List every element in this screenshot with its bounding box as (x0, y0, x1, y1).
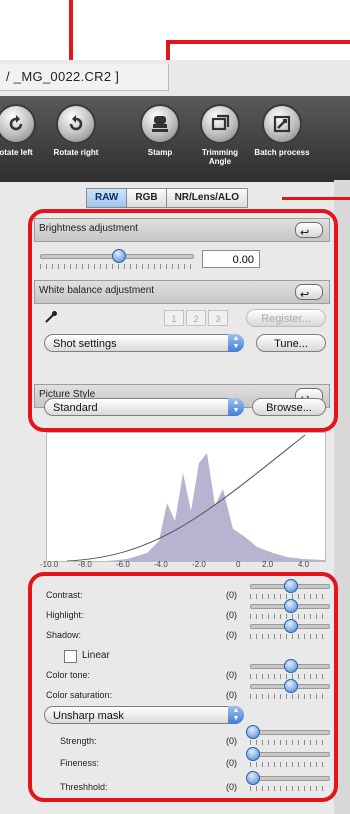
trimming-angle-button[interactable]: Trimming Angle (190, 104, 250, 180)
stamp-icon (142, 106, 178, 142)
rotate-left-icon (0, 106, 34, 142)
axis-label: -6.0 (116, 560, 130, 569)
tab-rgb[interactable]: RGB (126, 188, 167, 208)
histogram-axis: -10.0 -8.0 -6.0 -4.0 -2.0 0 2.0 4.0 (40, 560, 330, 572)
tab-nr-lens-alo[interactable]: NR/Lens/ALO (165, 188, 249, 208)
annotation-box-raw-adjustments (28, 209, 338, 432)
batch-process-label: Batch process (254, 148, 310, 157)
callout-line-tabs-horizontal (166, 40, 350, 44)
rotate-right-icon (58, 106, 94, 142)
histogram-tone-curve[interactable] (46, 432, 326, 562)
axis-label: 2.0 (262, 560, 274, 569)
batch-process-button[interactable]: Batch process (252, 104, 312, 180)
rotate-right-label: Rotate right (53, 148, 99, 157)
rotate-left-label: otate left (0, 148, 33, 157)
axis-label: -8.0 (78, 560, 92, 569)
batch-process-icon (264, 106, 300, 142)
axis-label: -2.0 (192, 560, 206, 569)
trimming-angle-label: Trimming Angle (201, 148, 238, 166)
trimming-angle-icon (202, 106, 238, 142)
window-title: / _MG_0022.CR2 ] (6, 69, 120, 84)
tab-raw[interactable]: RAW (86, 188, 128, 208)
rotate-right-button[interactable]: Rotate right (46, 104, 106, 180)
axis-label: -4.0 (154, 560, 168, 569)
histogram-graph (47, 434, 325, 562)
stamp-label: Stamp (147, 148, 173, 157)
panel-tabs: RAW RGB NR/Lens/ALO (86, 188, 249, 208)
axis-label: 0 (236, 560, 241, 569)
axis-label: 4.0 (298, 560, 310, 569)
callout-line-tabs-right (282, 197, 350, 200)
axis-label: -10.0 (40, 560, 59, 569)
toolbar: otate left Rotate right Stamp Trimming A… (0, 96, 350, 182)
rotate-left-button[interactable]: otate left (0, 104, 46, 180)
annotation-box-tone-adjustments (28, 572, 338, 802)
stamp-button[interactable]: Stamp (130, 104, 190, 180)
window-title-bar: / _MG_0022.CR2 ] (0, 64, 169, 91)
